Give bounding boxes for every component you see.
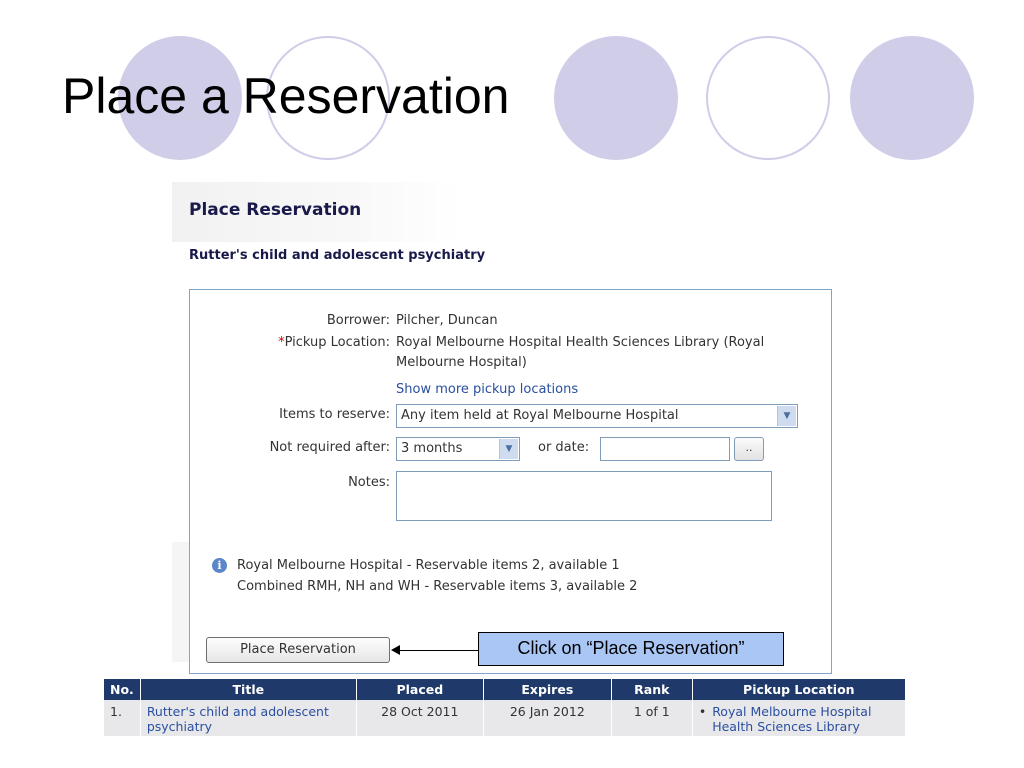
- pickup-location-link[interactable]: Royal Melbourne Hospital Health Sciences…: [712, 704, 899, 734]
- cell-placed: 28 Oct 2011: [356, 700, 484, 736]
- info-line-2: Combined RMH, NH and WH - Reservable ite…: [237, 579, 638, 594]
- place-reservation-button[interactable]: Place Reservation: [206, 637, 390, 663]
- col-header-no: No.: [104, 679, 141, 700]
- not-required-after-select[interactable]: 3 months ▼: [396, 437, 520, 461]
- slide-title: Place a Reservation: [62, 68, 510, 124]
- or-date-label: or date:: [538, 440, 590, 455]
- notes-label: Notes:: [348, 475, 390, 490]
- items-to-reserve-value: Any item held at Royal Melbourne Hospita…: [401, 408, 679, 423]
- not-required-after-value: 3 months: [401, 441, 463, 456]
- pickup-value-line2: Melbourne Hospital): [396, 355, 527, 370]
- col-header-title: Title: [140, 679, 357, 700]
- cell-title-link[interactable]: Rutter's child and adolescent psychiatry: [140, 700, 357, 736]
- decor-circle-3: [554, 36, 678, 160]
- show-more-pickup-link[interactable]: Show more pickup locations: [396, 382, 578, 397]
- chevron-down-icon: ▼: [777, 406, 796, 426]
- book-title: Rutter's child and adolescent psychiatry: [189, 248, 486, 263]
- callout-arrow-head: [391, 645, 400, 655]
- bullet: •: [698, 704, 707, 719]
- chevron-down-icon: ▼: [499, 439, 518, 459]
- notes-textarea[interactable]: [396, 471, 772, 521]
- items-to-reserve-select[interactable]: Any item held at Royal Melbourne Hospita…: [396, 404, 798, 428]
- table-row: 1. Rutter's child and adolescent psychia…: [104, 700, 906, 736]
- reservations-table: No. Title Placed Expires Rank Pickup Loc…: [104, 679, 906, 736]
- cell-rank: 1 of 1: [611, 700, 693, 736]
- pickup-list-item: • Royal Melbourne Hospital Health Scienc…: [699, 704, 899, 734]
- page-heading: Place Reservation: [189, 200, 362, 220]
- pickup-label-text: Pickup Location:: [284, 335, 390, 350]
- pickup-label: *Pickup Location:: [190, 335, 390, 350]
- date-picker-button[interactable]: ..: [734, 437, 764, 461]
- reservation-form: Borrower: Pilcher, Duncan *Pickup Locati…: [189, 289, 832, 674]
- cell-no: 1.: [104, 700, 141, 736]
- col-header-rank: Rank: [611, 679, 693, 700]
- info-icon: i: [212, 558, 227, 573]
- col-header-pickup: Pickup Location: [692, 679, 906, 700]
- cell-expires: 26 Jan 2012: [483, 700, 612, 736]
- callout-arrow-line: [398, 650, 478, 651]
- pickup-value-line1: Royal Melbourne Hospital Health Sciences…: [396, 335, 765, 350]
- borrower-value: Pilcher, Duncan: [396, 313, 498, 328]
- reservation-screenshot: Place Reservation Rutter's child and ado…: [172, 182, 840, 674]
- not-required-after-label: Not required after:: [269, 440, 390, 455]
- items-to-reserve-label: Items to reserve:: [279, 407, 390, 422]
- col-header-placed: Placed: [356, 679, 484, 700]
- info-line-1: Royal Melbourne Hospital - Reservable it…: [237, 558, 620, 573]
- table-header-row: No. Title Placed Expires Rank Pickup Loc…: [104, 679, 906, 700]
- borrower-label: Borrower:: [326, 313, 390, 328]
- callout-box: Click on “Place Reservation”: [478, 632, 784, 666]
- date-input[interactable]: [600, 437, 730, 461]
- col-header-expires: Expires: [483, 679, 612, 700]
- decor-circle-4: [706, 36, 830, 160]
- cell-pickup: • Royal Melbourne Hospital Health Scienc…: [692, 700, 906, 736]
- decor-circle-5: [850, 36, 974, 160]
